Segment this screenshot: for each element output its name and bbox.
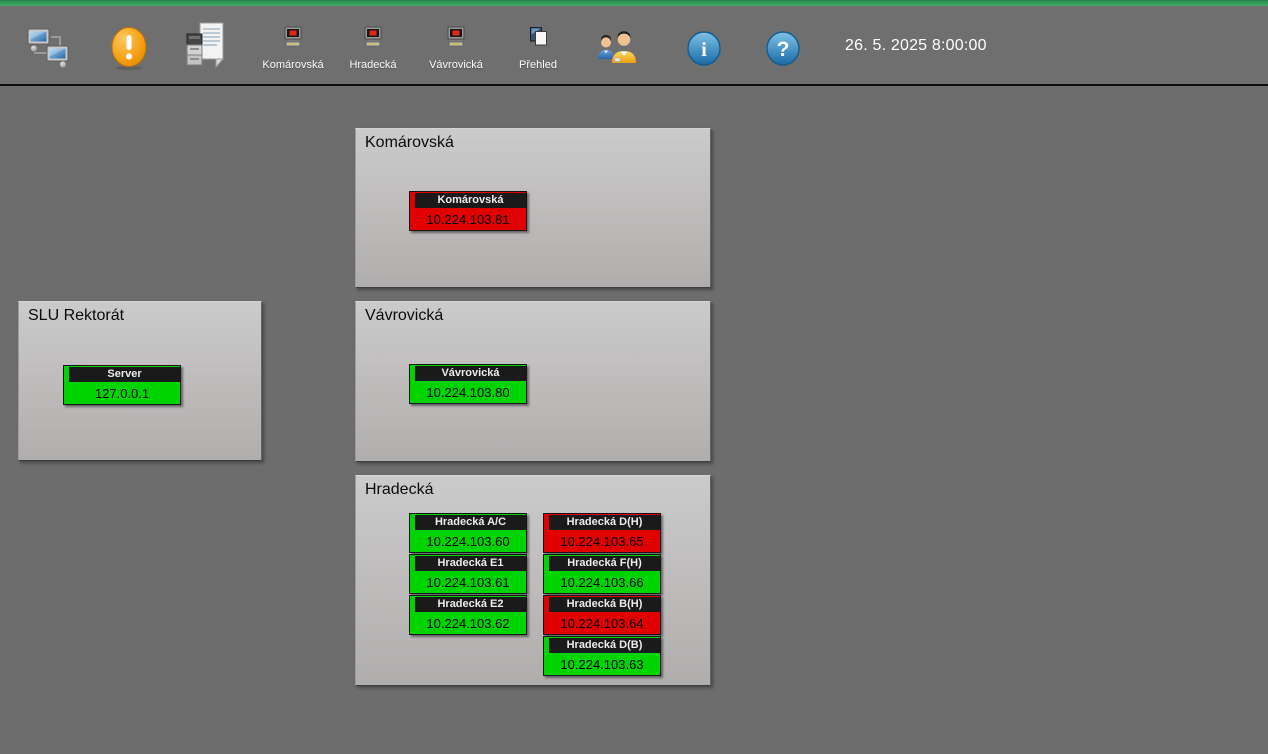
station-button-label: Komárovská <box>262 59 323 72</box>
panel-komarovska: Komárovská Komárovská10.224.103.81 <box>355 128 711 288</box>
network-button[interactable] <box>26 25 70 69</box>
device-node-ip: 10.224.103.61 <box>410 572 526 593</box>
panel-hradecka: Hradecká Hradecká A/C10.224.103.60Hradec… <box>355 475 711 686</box>
monitor-icon <box>362 26 384 47</box>
device-node-name: Komárovská <box>415 193 526 208</box>
device-node[interactable]: Hradecká D(H)10.224.103.65 <box>543 513 661 553</box>
device-node[interactable]: Hradecká E210.224.103.62 <box>409 595 527 635</box>
device-node-name: Hradecká F(H) <box>549 556 660 571</box>
device-node-name: Hradecká B(H) <box>549 597 660 612</box>
station-button-label: Přehled <box>519 59 557 72</box>
device-node[interactable]: Hradecká B(H)10.224.103.64 <box>543 595 661 635</box>
device-node-name: Server <box>69 367 180 382</box>
device-node[interactable]: Vávrovická10.224.103.80 <box>409 364 527 404</box>
device-node-ip: 10.224.103.64 <box>544 613 660 634</box>
station-button-hradecka[interactable]: Hradecká <box>338 26 408 72</box>
monitor-icon <box>282 26 304 47</box>
device-node-ip: 10.224.103.81 <box>410 209 526 230</box>
node-column: Hradecká A/C10.224.103.60Hradecká E110.2… <box>409 513 529 636</box>
panel-title: Vávrovická <box>365 307 443 325</box>
node-column: Hradecká D(H)10.224.103.65Hradecká F(H)1… <box>543 513 663 677</box>
help-icon: ? <box>766 31 800 66</box>
device-node-ip: 10.224.103.66 <box>544 572 660 593</box>
device-node-ip: 10.224.103.62 <box>410 613 526 634</box>
device-node-ip: 10.224.103.80 <box>410 382 526 403</box>
station-button-label: Hradecká <box>349 59 396 72</box>
users-icon <box>595 27 641 69</box>
report-button[interactable] <box>184 21 226 69</box>
station-button-vavrovicka[interactable]: Vávrovická <box>417 26 495 72</box>
device-node[interactable]: Komárovská10.224.103.81 <box>409 191 527 231</box>
info-icon: i <box>687 31 721 66</box>
svg-text:?: ? <box>777 38 790 61</box>
datetime-display: 26. 5. 2025 8:00:00 <box>845 37 987 55</box>
device-node-name: Hradecká A/C <box>415 515 526 530</box>
device-node[interactable]: Hradecká E110.224.103.61 <box>409 554 527 594</box>
device-node[interactable]: Hradecká D(B)10.224.103.63 <box>543 636 661 676</box>
panel-title: SLU Rektorát <box>28 307 124 325</box>
svg-text:i: i <box>701 39 707 61</box>
device-node-name: Vávrovická <box>415 366 526 381</box>
main-canvas: Komárovská Komárovská10.224.103.81 SLU R… <box>0 88 1268 754</box>
help-button[interactable]: ? <box>766 31 800 66</box>
node-column: Komárovská10.224.103.81 <box>409 191 529 232</box>
node-column: Vávrovická10.224.103.80 <box>409 364 529 405</box>
station-button-label: Vávrovická <box>429 59 483 72</box>
network-icon <box>26 25 70 69</box>
panel-slu-rektorat: SLU Rektorát Server127.0.0.1 <box>18 301 262 461</box>
device-node[interactable]: Server127.0.0.1 <box>63 365 181 405</box>
pages-icon <box>528 26 549 47</box>
panel-title: Hradecká <box>365 481 433 499</box>
users-button[interactable] <box>595 27 641 69</box>
device-node-name: Hradecká E2 <box>415 597 526 612</box>
device-node-ip: 10.224.103.65 <box>544 531 660 552</box>
station-button-komarovska[interactable]: Komárovská <box>253 26 333 72</box>
device-node-name: Hradecká D(H) <box>549 515 660 530</box>
device-node[interactable]: Hradecká A/C10.224.103.60 <box>409 513 527 553</box>
overview-button[interactable]: Přehled <box>508 26 568 72</box>
info-button[interactable]: i <box>687 31 721 66</box>
alerts-button[interactable] <box>110 26 148 72</box>
device-node-ip: 127.0.0.1 <box>64 383 180 404</box>
monitor-icon <box>445 26 467 47</box>
report-icon <box>184 21 226 69</box>
panel-title: Komárovská <box>365 134 454 152</box>
panel-vavrovicka: Vávrovická Vávrovická10.224.103.80 <box>355 301 711 462</box>
device-node-name: Hradecká D(B) <box>549 638 660 653</box>
toolbar: Komárovská Hradecká Vávrovická <box>0 6 1268 86</box>
device-node-ip: 10.224.103.63 <box>544 654 660 675</box>
alert-icon <box>110 26 148 72</box>
device-node-name: Hradecká E1 <box>415 556 526 571</box>
device-node[interactable]: Hradecká F(H)10.224.103.66 <box>543 554 661 594</box>
device-node-ip: 10.224.103.60 <box>410 531 526 552</box>
scada-screen: Komárovská Hradecká Vávrovická <box>0 0 1268 754</box>
node-column: Server127.0.0.1 <box>63 365 183 406</box>
